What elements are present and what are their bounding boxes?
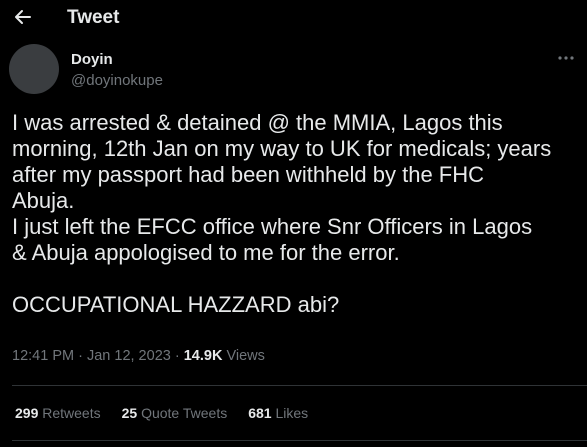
back-button[interactable] [10,4,36,30]
quote-tweets-count: 25 [121,405,138,421]
page-title: Tweet [67,7,120,28]
divider [12,385,587,386]
more-horizontal-icon [558,56,574,60]
retweets-count: 299 [15,405,39,421]
author-display-name[interactable]: Doyin [71,51,113,68]
views-label: Views [222,348,265,364]
likes-stat[interactable]: 681 Likes [248,405,308,421]
quote-tweets-label: Quote Tweets [137,405,228,421]
retweets-stat[interactable]: 299 Retweets [15,405,101,421]
author-handle[interactable]: @doyinokupe [71,72,163,89]
meta-separator: · [74,348,87,364]
retweets-label: Retweets [38,405,101,421]
likes-label: Likes [271,405,309,421]
tweet-text-line: & Abuja appologised to me for the error. [12,240,400,265]
tweet-text-line: OCCUPATIONAL HAZZARD abi? [12,292,340,317]
quote-tweets-stat[interactable]: 25 Quote Tweets [122,405,228,421]
tweet-time[interactable]: 12:41 PM [12,348,74,364]
tweet-text-line: morning, 12th Jan on my way to UK for me… [12,136,552,161]
tweet-meta: 12:41 PM · Jan 12, 2023 · 14.9K Views [12,348,265,364]
tweet-text-line [12,266,582,292]
tweet-text-line: after my passport had been withheld by t… [12,162,485,187]
tweet-date[interactable]: Jan 12, 2023 [87,348,171,364]
tweet-text-line: Abuja. [12,188,75,213]
more-button[interactable] [556,50,576,66]
arrow-left-icon [15,10,31,24]
likes-count: 681 [248,405,272,421]
avatar[interactable] [9,44,59,94]
divider [12,440,587,441]
tweet-text: I was arrested & detained @ the MMIA, La… [12,110,582,318]
tweet-text-line: I was arrested & detained @ the MMIA, La… [12,110,503,135]
views-count: 14.9K [183,348,223,364]
tweet-header: Tweet [0,0,587,37]
engagement-stats: 299 Retweets 25 Quote Tweets 681 Likes [15,405,329,421]
tweet-text-line: I just left the EFCC office where Snr Of… [12,214,533,239]
meta-separator: · [170,348,184,364]
